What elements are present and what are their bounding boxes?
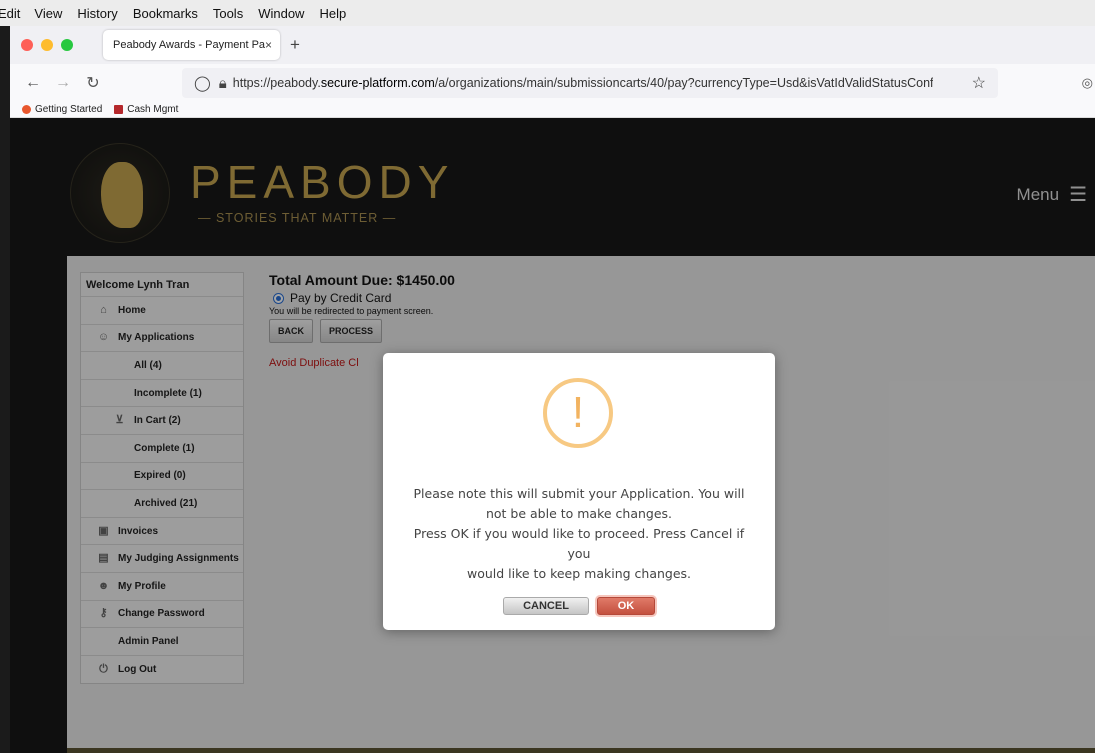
url-prefix: https://peabody. — [232, 76, 321, 90]
dialog-message-line: would like to keep making changes. — [466, 566, 692, 581]
url-domain: secure-platform.com — [320, 76, 435, 90]
extensions-icon[interactable]: ◎ — [1082, 75, 1093, 91]
menu-edit[interactable]: Edit — [0, 6, 20, 21]
tab-title: Peabody Awards - Payment Page — [113, 39, 265, 51]
dialog-message-line: not be able to make changes. — [485, 506, 673, 521]
lock-icon[interactable]: 🔒︎ — [219, 75, 227, 92]
minimize-window-button[interactable] — [41, 39, 53, 51]
dialog-message-line: Press OK if you would like to proceed. P… — [413, 526, 745, 561]
menu-view[interactable]: View — [34, 6, 62, 21]
url-text[interactable]: https://peabody.secure-platform.com/a/or… — [233, 76, 933, 90]
bookmarks-toolbar: Getting Started Cash Mgmt — [10, 102, 1095, 118]
menu-window[interactable]: Window — [258, 6, 304, 21]
bookmark-label: Cash Mgmt — [127, 104, 179, 115]
close-tab-icon[interactable]: × — [265, 38, 272, 52]
menu-help[interactable]: Help — [319, 6, 346, 21]
zoom-window-button[interactable] — [61, 39, 73, 51]
new-tab-button[interactable]: + — [290, 35, 300, 55]
forward-arrow-icon[interactable]: → — [52, 74, 74, 92]
ok-button[interactable]: OK — [597, 597, 655, 615]
browser-tab-active[interactable]: Peabody Awards - Payment Page × — [103, 30, 280, 60]
url-path: /a/organizations/main/submissioncarts/40… — [434, 76, 933, 90]
close-window-button[interactable] — [21, 39, 33, 51]
back-arrow-icon[interactable]: ← — [22, 74, 44, 92]
firefox-icon — [22, 105, 31, 114]
cancel-button[interactable]: CANCEL — [503, 597, 589, 615]
dialog-message-line: Please note this will submit your Applic… — [413, 486, 745, 501]
dialog-message: Please note this will submit your Applic… — [403, 484, 755, 584]
os-menu-bar: Edit View History Bookmarks Tools Window… — [0, 0, 1095, 26]
dialog-buttons: CANCEL OK — [383, 597, 775, 615]
shield-icon[interactable]: ◯ — [194, 74, 211, 92]
bookmark-favicon — [114, 105, 124, 114]
bookmark-getting-started[interactable]: Getting Started — [22, 104, 102, 115]
warning-glyph: ! — [571, 388, 585, 437]
window-controls — [21, 39, 81, 51]
bookmark-star-icon[interactable]: ☆ — [972, 73, 986, 93]
menu-tools[interactable]: Tools — [213, 6, 243, 21]
browser-tab-bar: Peabody Awards - Payment Page × + — [10, 26, 1095, 64]
browser-nav-bar: ← → ↻ ◯ 🔒︎ https://peabody.secure-platfo… — [10, 64, 1095, 102]
url-bar[interactable]: ◯ 🔒︎ https://peabody.secure-platform.com… — [182, 68, 998, 98]
menu-history[interactable]: History — [77, 6, 117, 21]
warning-icon: ! — [543, 378, 613, 448]
bookmark-label: Getting Started — [35, 104, 103, 115]
reload-icon[interactable]: ↻ — [82, 73, 104, 93]
confirm-submit-dialog: ! Please note this will submit your Appl… — [383, 353, 775, 630]
bookmark-cash-mgmt[interactable]: Cash Mgmt — [114, 104, 178, 115]
menu-bookmarks[interactable]: Bookmarks — [133, 6, 198, 21]
